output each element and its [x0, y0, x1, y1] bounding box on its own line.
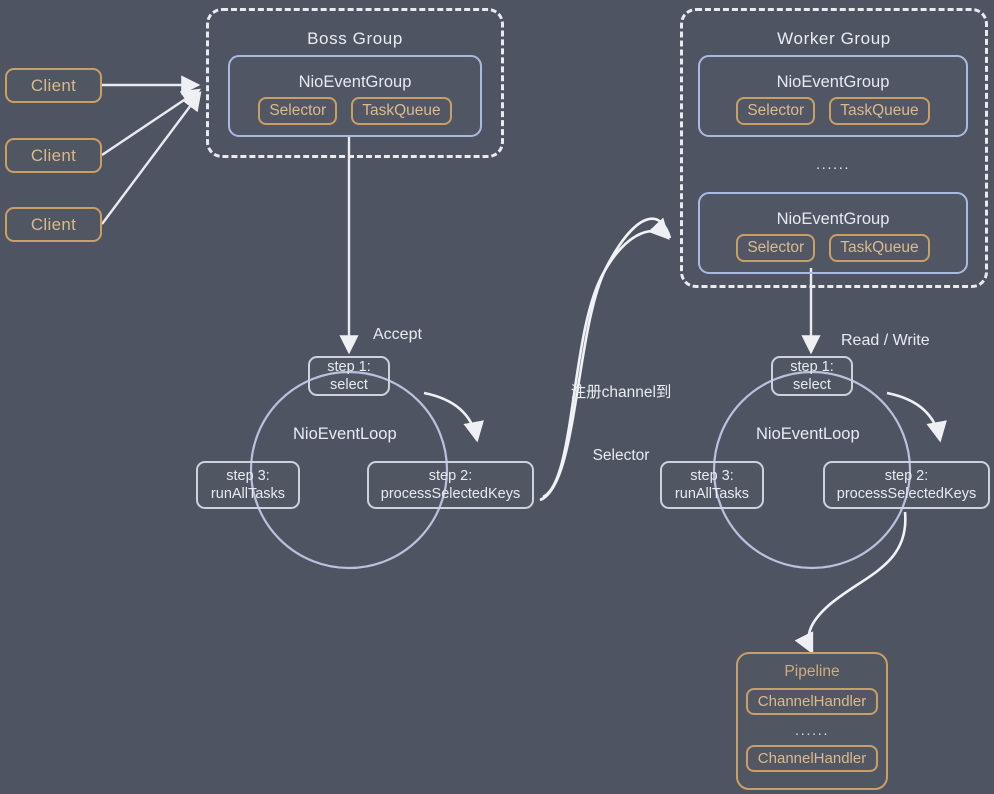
channel-handler-box-1[interactable]: ChannelHandler: [745, 688, 879, 715]
step-line-1: step 3:: [690, 467, 734, 484]
client-box-2[interactable]: Client: [5, 138, 102, 173]
read-write-label: Read / Write: [841, 332, 930, 349]
step-line-2: runAllTasks: [210, 486, 286, 502]
boss-step-3[interactable]: step 3: runAllTasks: [196, 461, 300, 509]
step-line-1: step 1:: [790, 358, 834, 375]
client-to-boss-arrows: [101, 75, 202, 225]
nio-event-group-title: NioEventGroup: [776, 73, 890, 92]
step-line-1: step 2:: [884, 467, 929, 484]
worker-loop-label: NioEventLoop: [756, 425, 860, 443]
register-channel-line-1: 注册channel到: [570, 383, 672, 401]
boss-group-title: Boss Group: [307, 29, 403, 48]
nio-event-group-title: NioEventGroup: [776, 210, 890, 229]
selector-box[interactable]: Selector: [736, 234, 816, 262]
pipeline-arrow: [794, 511, 907, 655]
client-label: Client: [30, 145, 77, 165]
step-line-2: select: [330, 377, 368, 393]
worker-nio-event-group-2[interactable]: NioEventGroup Selector TaskQueue: [698, 192, 968, 274]
worker-group-title: Worker Group: [777, 29, 891, 48]
task-queue-box[interactable]: TaskQueue: [829, 97, 930, 125]
boss-loop-label: NioEventLoop: [293, 425, 397, 443]
pipeline-ellipsis: ......: [794, 722, 829, 739]
nio-event-group-children: Selector TaskQueue: [736, 97, 930, 125]
accept-label: Accept: [373, 326, 422, 343]
diagram-canvas: Client Client Client Boss Group NioEvent…: [0, 0, 994, 794]
client-box-1[interactable]: Client: [5, 68, 102, 103]
boss-loop-step-arrow: [423, 391, 484, 443]
task-queue-box[interactable]: TaskQueue: [829, 234, 930, 262]
nio-event-group-children: Selector TaskQueue: [736, 234, 930, 262]
pipeline-container[interactable]: Pipeline ChannelHandler ...... ChannelHa…: [736, 652, 888, 790]
worker-step-1[interactable]: step 1: select: [771, 356, 853, 396]
task-queue-box[interactable]: TaskQueue: [351, 97, 452, 125]
selector-box[interactable]: Selector: [736, 97, 816, 125]
selector-box[interactable]: Selector: [258, 97, 338, 125]
worker-step-3[interactable]: step 3: runAllTasks: [660, 461, 764, 509]
step-line-1: step 3:: [226, 467, 270, 484]
worker-group-ellipsis: ......: [815, 156, 850, 173]
step-line-1: step 1:: [327, 358, 371, 375]
worker-step-2[interactable]: step 2: processSelectedKeys: [823, 461, 990, 509]
step-line-1: step 2:: [428, 467, 473, 484]
step-line-2: processSelectedKeys: [836, 486, 977, 502]
step-line-2: runAllTasks: [674, 486, 750, 502]
client-box-3[interactable]: Client: [5, 207, 102, 242]
nio-event-group-title: NioEventGroup: [298, 73, 412, 92]
step-line-2: processSelectedKeys: [380, 486, 521, 502]
pipeline-title: Pipeline: [784, 663, 840, 680]
boss-step-2[interactable]: step 2: processSelectedKeys: [367, 461, 534, 509]
boss-step-1[interactable]: step 1: select: [308, 356, 390, 396]
nio-event-group-children: Selector TaskQueue: [258, 97, 452, 125]
step-line-2: select: [793, 377, 831, 393]
client-label: Client: [30, 214, 77, 234]
worker-loop-step-arrow: [886, 391, 947, 443]
worker-nio-event-group-1[interactable]: NioEventGroup Selector TaskQueue: [698, 55, 968, 137]
boss-nio-event-group[interactable]: NioEventGroup Selector TaskQueue: [228, 55, 482, 137]
channel-handler-box-2[interactable]: ChannelHandler: [745, 745, 879, 772]
client-label: Client: [30, 75, 77, 95]
